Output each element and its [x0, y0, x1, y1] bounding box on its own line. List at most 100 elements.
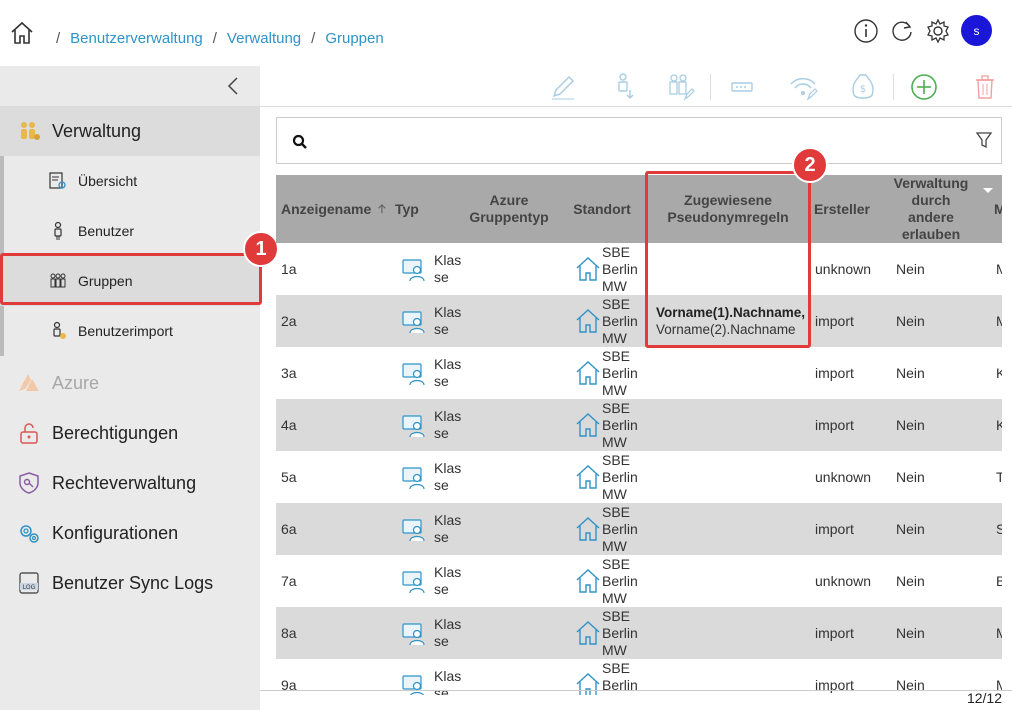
- group-edit-icon[interactable]: [665, 72, 695, 102]
- cell-anzeigename: 7a: [281, 573, 297, 589]
- cell-typ: Klas se: [434, 295, 474, 347]
- cell-standort: SBEBerlinMW: [602, 503, 652, 555]
- location-house-icon: [575, 607, 603, 659]
- top-bar: / Benutzerverwaltung / Verwaltung / Grup…: [0, 0, 1012, 66]
- cell-anzeigename: 4a: [281, 417, 297, 433]
- breadcrumb-gruppen[interactable]: Gruppen: [325, 30, 383, 47]
- cell-line: SBE: [602, 659, 631, 676]
- column-header-verwaltung[interactable]: Verwaltung durch andere erlauben: [888, 175, 974, 243]
- cell-line: se: [434, 269, 449, 285]
- cell-standort: SBEBerlinMW: [602, 555, 652, 607]
- column-label-line: Verwaltung: [893, 175, 969, 191]
- cell-line: Klas: [434, 564, 462, 580]
- gears-icon: [20, 525, 39, 543]
- sidebar-item-benutzer[interactable]: Benutzer: [0, 206, 260, 256]
- column-header-anzeigename[interactable]: Anzeigename: [276, 175, 388, 243]
- location-house-icon: [575, 503, 603, 555]
- password-field-icon[interactable]: [728, 72, 758, 102]
- cell-line: Berlin: [602, 624, 638, 641]
- cell-anzeigename: 3a: [281, 365, 297, 381]
- cell-typ: Klas se: [434, 347, 474, 399]
- sidebar-item-label: Übersicht: [78, 173, 138, 189]
- cell-verwaltung: Nein: [896, 261, 925, 277]
- location-house-icon: [575, 295, 603, 347]
- sidebar-item-benutzerimport[interactable]: Benutzerimport: [0, 306, 260, 356]
- cell-verwaltung: Nein: [896, 365, 925, 381]
- column-header-azure-gruppentyp[interactable]: Azure Gruppentyp: [456, 175, 562, 243]
- column-label-line: andere: [908, 209, 954, 225]
- table-row[interactable]: 2a Klas se SBE Berlin MW Vorname(1).Nachname, V…: [276, 295, 1002, 347]
- add-icon[interactable]: [909, 72, 939, 102]
- action-toolbar: $: [260, 66, 1012, 107]
- cell-line: Berlin: [602, 520, 638, 537]
- money-bag-icon[interactable]: $: [848, 72, 878, 102]
- cell-verwaltung: Nein: [896, 313, 925, 329]
- cell-standort: SBEBerlinMW: [602, 451, 652, 503]
- location-house-icon: [575, 243, 603, 295]
- breadcrumb-verwaltung[interactable]: Verwaltung: [227, 30, 301, 47]
- table-row[interactable]: 8a Klas se SBE Berlin MW import Nein M: [276, 607, 1002, 659]
- sidebar-item-azure: Azure: [0, 358, 260, 408]
- refresh-icon[interactable]: [889, 18, 915, 44]
- sidebar-item-benutzer-sync-logs[interactable]: LOG Benutzer Sync Logs: [0, 558, 260, 608]
- cell-ersteller: unknown: [815, 261, 872, 277]
- cell-line: MW: [602, 537, 627, 554]
- collapse-sidebar-icon[interactable]: [226, 76, 240, 96]
- sidebar-item-label: Azure: [52, 372, 100, 393]
- class-type-icon: [401, 243, 431, 295]
- cell-line: MW: [602, 433, 627, 450]
- sidebar-item-konfigurationen[interactable]: Konfigurationen: [0, 508, 260, 558]
- column-menu-icon[interactable]: [982, 187, 994, 195]
- cell-anzeigename: 2a: [281, 313, 297, 329]
- class-type-icon: [401, 295, 431, 347]
- column-header-standort[interactable]: Standort: [566, 175, 638, 243]
- cell-line: Klas: [434, 252, 462, 268]
- cell-anzeigename: 5a: [281, 469, 297, 485]
- column-label: Typ: [395, 200, 419, 217]
- cell-line: se: [434, 477, 449, 493]
- cell-typ: Klas se: [434, 503, 474, 555]
- avatar[interactable]: s: [961, 15, 992, 46]
- filter-icon[interactable]: [975, 130, 993, 150]
- callout-box-gruppen: [0, 253, 262, 305]
- sidebar-item-uebersicht[interactable]: Übersicht: [0, 156, 260, 206]
- cell-more: T: [996, 469, 1002, 485]
- column-header-ersteller[interactable]: Ersteller: [812, 175, 872, 243]
- class-type-icon: [401, 399, 431, 451]
- cell-ersteller: import: [815, 365, 854, 381]
- info-icon[interactable]: [853, 18, 879, 44]
- sidebar-item-berechtigungen[interactable]: Berechtigungen: [0, 408, 260, 458]
- cell-verwaltung: Nein: [896, 625, 925, 641]
- sidebar-item-label: Benutzer Sync Logs: [52, 572, 214, 593]
- column-header-typ[interactable]: Typ: [388, 175, 432, 243]
- breadcrumb-benutzerverwaltung[interactable]: Benutzerverwaltung: [70, 30, 203, 47]
- gear-icon[interactable]: [925, 18, 951, 44]
- table-row[interactable]: 1a Klas se SBE Berlin MW unknown Nein M: [276, 243, 1002, 295]
- user-move-icon[interactable]: [610, 72, 640, 102]
- cell-verwaltung: Nein: [896, 573, 925, 589]
- table-row[interactable]: 4a Klas se SBE Berlin MW import Nein K: [276, 399, 1002, 451]
- search-bar: [276, 117, 1002, 164]
- column-label-line: Gruppentyp: [469, 209, 549, 225]
- sort-ascending-icon[interactable]: [376, 202, 388, 216]
- column-header-more[interactable]: M: [994, 175, 1002, 243]
- cell-line: se: [434, 581, 449, 597]
- user-icon: [54, 221, 62, 240]
- cell-line: SBE: [602, 607, 631, 624]
- search-input[interactable]: [317, 128, 917, 154]
- cell-line: se: [434, 425, 449, 441]
- delete-icon[interactable]: [970, 72, 1000, 102]
- table-row[interactable]: 6a Klas se SBE Berlin MW import Nein S: [276, 503, 1002, 555]
- cell-line: SBE: [602, 347, 631, 364]
- table-row[interactable]: 5a Klas se SBE Berlin MW unknown Nein T: [276, 451, 1002, 503]
- wifi-edit-icon[interactable]: [788, 72, 818, 102]
- edit-icon[interactable]: [548, 72, 578, 102]
- home-icon[interactable]: [9, 20, 35, 46]
- table-row[interactable]: 7a Klas se SBE Berlin MW unknown Nein B: [276, 555, 1002, 607]
- sidebar-item-rechteverwaltung[interactable]: Rechteverwaltung: [0, 458, 260, 508]
- sidebar-item-verwaltung[interactable]: Verwaltung: [0, 106, 260, 156]
- table-row[interactable]: 3a Klas se SBE Berlin MW import Nein K: [276, 347, 1002, 399]
- cell-line: Berlin: [602, 416, 638, 433]
- cell-more: M: [996, 625, 1002, 641]
- cell-line: Klas: [434, 304, 462, 320]
